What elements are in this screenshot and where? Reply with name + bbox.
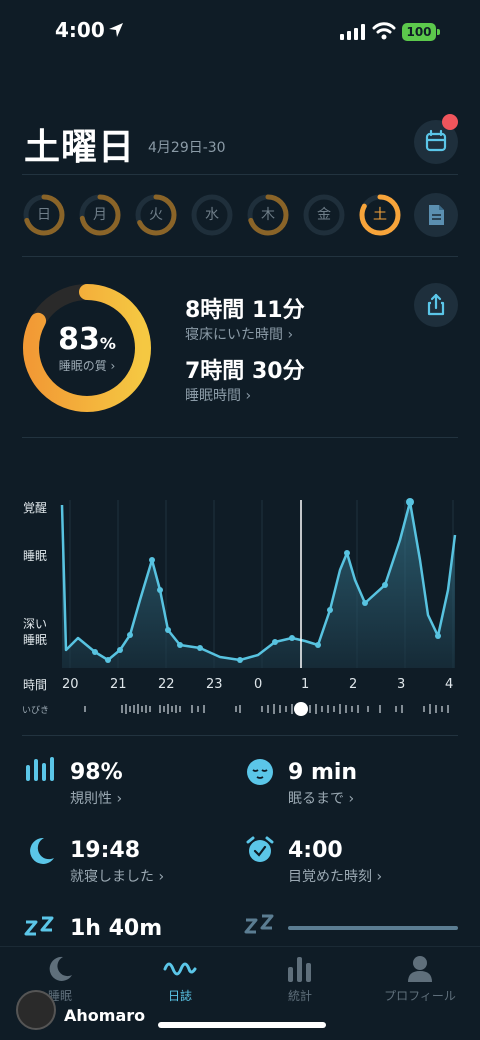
report-button[interactable] [414,193,458,237]
in-bed-value: 8時間 11分 [185,298,305,323]
hour-label: 3 [397,677,406,692]
zzz-icon [24,916,54,936]
day-label: 水 [205,207,219,223]
regularity-value: 98% [70,760,123,785]
tab-sleep[interactable]: 睡眠 [0,947,120,1007]
tab-journal[interactable]: 日誌 [120,947,240,1007]
status-time: 4:00 [55,18,105,42]
snore-bars [84,704,449,714]
sleep-quality-value: 83% [58,322,116,357]
day-label: 日 [37,207,51,223]
divider [22,437,458,438]
signal-icon [340,24,365,40]
document-icon [429,205,444,225]
hour-label: 23 [206,677,223,692]
zzz-icon [244,914,274,934]
regularity-icon [26,757,54,781]
watermark-text: Ahomaro [64,1006,146,1025]
divider [22,735,458,736]
moon-icon [30,837,54,864]
sleepy-face-icon [247,759,273,785]
wifi-icon [372,22,396,40]
notification-dot [442,114,458,130]
day-chip[interactable]: 土 [358,193,402,237]
battery-tip [437,29,440,35]
in-bed-label[interactable]: 寝床にいた時間 › [185,324,293,344]
tab-profile-label: プロフィール [384,989,456,1003]
wake-time-label[interactable]: 目覚めた時刻 › [288,866,382,886]
snoring-value: 1h 40m [70,916,163,941]
home-indicator [158,1022,326,1028]
day-label: 金 [317,207,331,223]
day-label: 土 [373,207,387,223]
sleep-area [62,502,455,668]
battery-indicator: 100 [402,23,436,41]
hour-label: 21 [110,677,127,692]
moon-icon [49,956,72,981]
share-button[interactable] [414,283,458,327]
day-chip[interactable]: 木 [246,193,290,237]
tab-stats-label: 統計 [287,989,312,1003]
divider [22,256,458,257]
sleep-latency-value: 9 min [288,760,358,785]
status-bar: 4:00 100 [0,0,480,64]
sleep-quality-label[interactable]: 睡眠の質 › [22,357,152,374]
asleep-label[interactable]: 睡眠時間 › [185,385,251,405]
hour-label: 2 [349,677,358,692]
hour-label: 22 [158,677,175,692]
day-label: 火 [149,207,163,223]
tab-journal-label: 日誌 [167,989,192,1003]
hour-label: 1 [301,677,310,692]
day-label: 木 [261,207,275,223]
hour-label: 20 [62,677,79,692]
regularity-label[interactable]: 規則性 › [70,788,122,808]
watermark-seal [16,990,56,1030]
date-range: 4月29日-30 [148,140,226,156]
sleep-latency-label[interactable]: 眠るまで › [288,788,354,808]
wave-icon [163,962,197,976]
asleep-value: 7時間 30分 [185,359,305,384]
page-title: 土曜日 [24,127,136,168]
day-label: 月 [93,207,107,223]
hour-label: 0 [254,677,263,692]
hour-label: 4 [445,677,454,692]
tab-stats[interactable]: 統計 [240,947,360,1007]
share-icon [427,293,445,316]
day-chip[interactable]: 日 [22,193,66,237]
tab-profile[interactable]: プロフィール [360,947,480,1007]
divider [22,174,458,175]
snore-label: いびき [22,706,50,716]
bedtime-label[interactable]: 就寝しました › [70,866,164,886]
alarm-icon [246,836,274,862]
placeholder-bar [288,926,458,930]
wake-time-value: 4:00 [288,838,343,863]
bedtime-value: 19:48 [70,838,141,863]
day-chip[interactable]: 金 [302,193,346,237]
playhead-handle[interactable] [294,702,308,716]
day-chip[interactable]: 水 [190,193,234,237]
x-axis-label: 時間 [23,678,48,692]
location-arrow-icon [109,23,123,37]
bar-chart-icon [288,957,311,982]
person-icon [408,956,432,982]
day-chip[interactable]: 月 [78,193,122,237]
day-chip[interactable]: 火 [134,193,178,237]
